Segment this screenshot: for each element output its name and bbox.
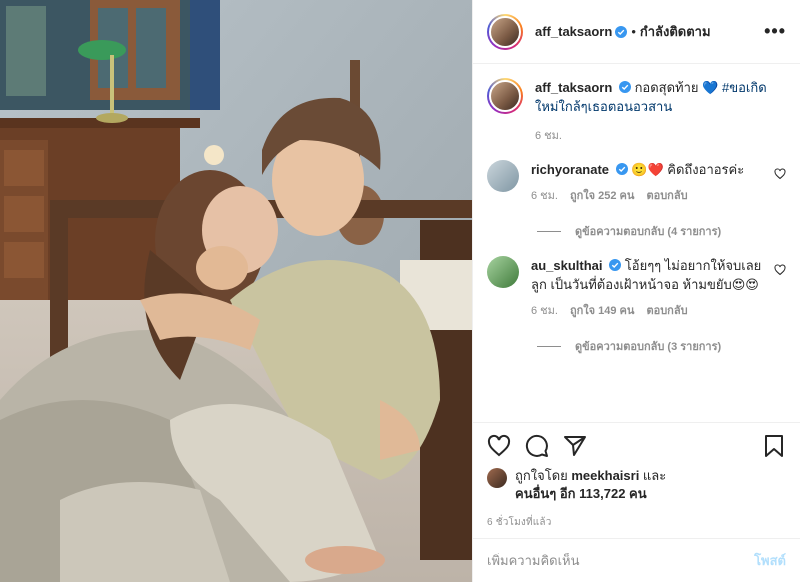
caption: aff_taksaorn กอดสุดท้าย 💙 #ขอเกิดใหม่ใกล… [487,78,786,144]
more-icon[interactable]: ••• [764,21,786,42]
likes-text: ถูกใจโดย meekhaisri และ คนอื่นๆ อีก 113,… [515,467,666,503]
comment-time: 6 ชม. [531,190,558,202]
view-replies-label: ดูข้อความตอบกลับ (3 รายการ) [575,341,722,353]
verified-icon [615,163,628,175]
likes-summary: ถูกใจโดย meekhaisri และ คนอื่นๆ อีก 113,… [487,467,786,503]
post-side-panel: aff_taksaorn • กำลังติดตาม ••• aff_taksa… [472,0,800,582]
comment-body: richyoranate 🙂❤️ คิดถึงอาอรค่ะ 6 ชม. ถูก… [531,160,786,206]
photo-illustration [0,0,472,582]
commenter-avatar[interactable] [487,160,519,192]
action-icons [487,431,786,461]
likes-prefix: ถูกใจโดย [515,468,572,483]
heart-icon[interactable] [487,434,511,458]
commenter-username[interactable]: au_skulthai [531,258,603,273]
others-likes[interactable]: คนอื่นๆ อีก 113,722 คน [515,486,647,501]
author-info: aff_taksaorn • กำลังติดตาม [535,21,711,42]
comment-meta: 6 ชม. ถูกใจ 252 คน ตอบกลับ [531,187,764,206]
verified-icon [615,25,628,38]
post-header: aff_taksaorn • กำลังติดตาม ••• [473,0,800,64]
verified-icon [609,259,622,271]
comments-section: aff_taksaorn กอดสุดท้าย 💙 #ขอเกิดใหม่ใกล… [473,64,800,422]
comment-icon[interactable] [525,434,549,458]
heart-icon[interactable] [774,264,786,276]
comment-body: au_skulthai โอ้ยๆๆ ไม่อยากให้จบเลยลูก เป… [531,256,786,321]
comment-text: 🙂❤️ คิดถึงอาอรค่ะ [631,162,745,177]
liker-username[interactable]: meekhaisri [571,468,639,483]
commenter-username[interactable]: richyoranate [531,162,609,177]
following-button[interactable]: กำลังติดตาม [640,21,711,42]
blue-heart-emoji: 💙 [702,80,719,95]
caption-text: กอดสุดท้าย [634,80,703,95]
author-username[interactable]: aff_taksaorn [535,24,612,39]
liker-avatar[interactable] [487,468,507,488]
comment-time: 6 ชม. [531,305,558,317]
reply-button[interactable]: ตอบกลับ [646,187,687,206]
comment-item: au_skulthai โอ้ยๆๆ ไม่อยากให้จบเลยลูก เป… [487,256,786,321]
replies-line [537,230,561,232]
author-avatar[interactable] [487,13,523,50]
caption-body: aff_taksaorn กอดสุดท้าย 💙 #ขอเกิดใหม่ใกล… [535,78,786,144]
post-photo[interactable] [0,0,472,582]
share-icon[interactable] [563,434,587,458]
replies-line [537,345,561,347]
separator-dot: • [631,24,636,39]
add-comment-bar: โพสต์ [473,538,800,582]
likes-middle: และ [639,468,667,483]
reply-button[interactable]: ตอบกลับ [646,302,687,321]
comment-item: richyoranate 🙂❤️ คิดถึงอาอรค่ะ 6 ชม. ถูก… [487,160,786,206]
instagram-post-view: aff_taksaorn • กำลังติดตาม ••• aff_taksa… [0,0,800,582]
comment-meta: 6 ชม. ถูกใจ 149 คน ตอบกลับ [531,302,764,321]
caption-username[interactable]: aff_taksaorn [535,80,612,95]
post-comment-button[interactable]: โพสต์ [754,550,786,571]
caption-time: 6 ชม. [535,130,562,142]
commenter-avatar[interactable] [487,256,519,288]
comment-likes[interactable]: ถูกใจ 252 คน [570,187,634,206]
view-replies-label: ดูข้อความตอบกลับ (4 รายการ) [575,226,722,238]
caption-avatar[interactable] [487,78,523,114]
bookmark-icon[interactable] [762,434,786,458]
comment-input[interactable] [487,553,755,568]
posted-time[interactable]: 6 ชั่วโมงที่แล้ว [487,515,786,530]
verified-icon [618,81,631,93]
view-replies-button[interactable]: ดูข้อความตอบกลับ (3 รายการ) [537,337,786,355]
comment-likes[interactable]: ถูกใจ 149 คน [570,302,634,321]
heart-icon[interactable] [774,168,786,180]
view-replies-button[interactable]: ดูข้อความตอบกลับ (4 รายการ) [537,222,786,240]
